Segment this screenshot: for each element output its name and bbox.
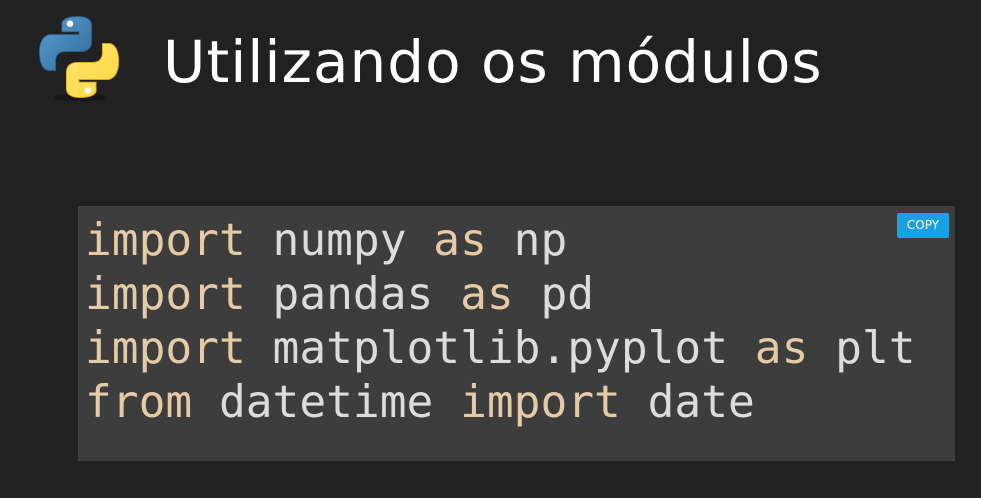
- code-token: matplotlib.pyplot: [245, 323, 755, 374]
- code-token: import: [85, 323, 246, 374]
- copy-button[interactable]: COPY: [897, 213, 949, 238]
- code-token: as: [460, 269, 514, 320]
- code-token: numpy: [245, 215, 434, 266]
- code-token: date: [620, 377, 755, 428]
- code-line-1: import numpy as np: [85, 214, 916, 268]
- code-line-4: from datetime import date: [85, 376, 916, 430]
- code-token: np: [486, 215, 568, 266]
- code-line-2: import pandas as pd: [85, 268, 916, 322]
- code-token: plt: [808, 323, 916, 374]
- code-token: import: [85, 215, 246, 266]
- slide: Utilizando os módulos import numpy as np…: [0, 0, 981, 498]
- code-token: import: [85, 269, 246, 320]
- python-logo-icon: [38, 16, 120, 102]
- code-token: pd: [513, 269, 595, 320]
- code-token: import: [460, 377, 621, 428]
- code-line-3: import matplotlib.pyplot as plt: [85, 322, 916, 376]
- code-token: datetime: [192, 377, 461, 428]
- code-token: pandas: [245, 269, 461, 320]
- code-block: import numpy as np import pandas as pd imp…: [78, 206, 955, 461]
- code-token: as: [754, 323, 809, 374]
- code-content: import numpy as np import pandas as pd imp…: [85, 214, 916, 430]
- code-token: as: [433, 215, 487, 266]
- code-token: from: [85, 377, 193, 428]
- page-title: Utilizando os módulos: [163, 28, 823, 96]
